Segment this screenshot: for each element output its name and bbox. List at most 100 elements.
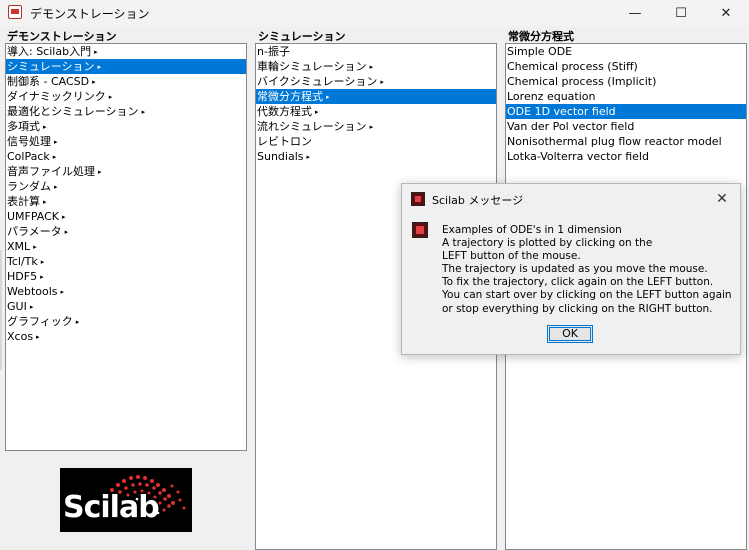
list-item-label: グラフィック	[7, 315, 73, 328]
submenu-arrow-icon: ▸	[108, 93, 113, 101]
message-line: Examples of ODE's in 1 dimension	[442, 224, 622, 236]
list-item[interactable]: Xcos ▸	[6, 329, 246, 344]
app-icon	[8, 5, 22, 19]
demo-category-list[interactable]: 導入: Scilab入門 ▸ シミュレーション ▸ 制御系 - CACSD ▸ ダイナミック…	[5, 43, 247, 451]
close-button[interactable]: ✕	[703, 0, 749, 26]
list-item-label: Sundials	[257, 150, 304, 163]
list-item[interactable]: Chemical process (Stiff)	[506, 59, 746, 74]
list-item[interactable]: パラメータ ▸	[6, 224, 246, 239]
list-item[interactable]: 車輪シミュレーション ▸	[256, 59, 496, 74]
list-item-label: ダイナミックリンク	[7, 90, 106, 103]
list-item[interactable]: ダイナミックリンク ▸	[6, 89, 246, 104]
list-item[interactable]: ODE 1D vector field	[506, 104, 746, 119]
submenu-arrow-icon: ▸	[40, 273, 44, 281]
list-item[interactable]: GUI ▸	[6, 299, 246, 314]
submenu-arrow-icon: ▸	[97, 63, 102, 71]
window-title: デモンストレーション	[30, 7, 150, 21]
list-item[interactable]: Webtools ▸	[6, 284, 246, 299]
list-item-label: Nonisothermal plug flow reactor model	[507, 135, 722, 148]
list-item-label: 制御系 - CACSD	[7, 75, 90, 88]
submenu-arrow-icon: ▸	[40, 258, 45, 266]
ok-button[interactable]: OK	[547, 325, 593, 343]
list-item[interactable]: ColPack ▸	[6, 149, 246, 164]
list-item[interactable]: バイクシミュレーション ▸	[256, 74, 496, 89]
list-item-label: HDF5	[7, 270, 38, 283]
list-item[interactable]: Nonisothermal plug flow reactor model	[506, 134, 746, 149]
submenu-arrow-icon: ▸	[306, 153, 311, 161]
submenu-arrow-icon: ▸	[98, 168, 102, 176]
list-item-label: 車輪シミュレーション	[257, 60, 367, 73]
list-item[interactable]: HDF5 ▸	[6, 269, 246, 284]
list-item[interactable]: Lotka-Volterra vector field	[506, 149, 746, 164]
submenu-arrow-icon: ▸	[29, 303, 34, 311]
message-line: The trajectory is updated as you move th…	[442, 263, 708, 276]
list-item-label: シミュレーション	[7, 60, 95, 73]
list-item-label: Van der Pol vector field	[507, 120, 635, 133]
submenu-arrow-icon: ▸	[94, 48, 98, 56]
submenu-arrow-icon: ▸	[62, 213, 66, 221]
maximize-button[interactable]: ☐	[658, 0, 704, 26]
dialog-close-button[interactable]: ✕	[712, 189, 732, 209]
list-item[interactable]: 常微分方程式 ▸	[256, 89, 496, 104]
list-item[interactable]: XML ▸	[6, 239, 246, 254]
submenu-arrow-icon: ▸	[36, 333, 40, 341]
logo-text: Scilab	[63, 490, 160, 525]
list-item[interactable]: UMFPACK ▸	[6, 209, 246, 224]
list-item-label: UMFPACK	[7, 210, 60, 223]
submenu-arrow-icon: ▸	[64, 228, 69, 236]
scilab-message-dialog: Scilab メッセージ ✕ Examples of ODE's in 1 di…	[401, 183, 741, 355]
message-line: To fix the trajectory, click again on th…	[442, 276, 714, 289]
list-item-label: XML	[7, 240, 31, 253]
scilab-icon	[411, 192, 425, 206]
list-item[interactable]: Sundials ▸	[256, 149, 496, 164]
list-item[interactable]: Chemical process (Implicit)	[506, 74, 746, 89]
dialog-title: Scilab メッセージ	[432, 194, 524, 207]
submenu-arrow-icon: ▸	[54, 138, 58, 146]
window-titlebar: デモンストレーション — ☐ ✕	[0, 0, 749, 26]
list-item-label: GUI	[7, 300, 27, 313]
list-item-label: Webtools	[7, 285, 58, 298]
submenu-arrow-icon: ▸	[369, 63, 374, 71]
list-item-label: Chemical process (Stiff)	[507, 60, 638, 73]
submenu-arrow-icon: ▸	[380, 78, 384, 86]
list-item[interactable]: ランダム ▸	[6, 179, 246, 194]
list-item[interactable]: 音声ファイル処理 ▸	[6, 164, 246, 179]
list-item[interactable]: 最適化とシミュレーション ▸	[6, 104, 246, 119]
message-line: LEFT button of the mouse.	[442, 250, 581, 263]
submenu-arrow-icon: ▸	[369, 123, 374, 131]
list-item[interactable]: Simple ODE	[506, 44, 746, 59]
minimize-button[interactable]: —	[612, 0, 658, 26]
list-item[interactable]: 信号処理 ▸	[6, 134, 246, 149]
column-header-demonstrations: デモンストレーション	[7, 30, 117, 43]
list-item[interactable]: グラフィック ▸	[6, 314, 246, 329]
list-item[interactable]: 導入: Scilab入門 ▸	[6, 44, 246, 59]
list-item[interactable]: n-振子	[256, 44, 496, 59]
submenu-arrow-icon: ▸	[52, 153, 57, 161]
list-item[interactable]: Lorenz equation	[506, 89, 746, 104]
dialog-message: Examples of ODE's in 1 dimension A traje…	[442, 224, 738, 316]
message-line: You can start over by clicking on the LE…	[442, 289, 732, 302]
list-item-label: Simple ODE	[507, 45, 573, 58]
list-item[interactable]: Tcl/Tk ▸	[6, 254, 246, 269]
list-item[interactable]: Van der Pol vector field	[506, 119, 746, 134]
list-item-label: Xcos	[7, 330, 34, 343]
submenu-arrow-icon: ▸	[43, 123, 47, 131]
list-item[interactable]: 制御系 - CACSD ▸	[6, 74, 246, 89]
column-header-simulation: シミュレーション	[258, 30, 346, 43]
list-item[interactable]: 多項式 ▸	[6, 119, 246, 134]
list-item[interactable]: 表計算 ▸	[6, 194, 246, 209]
list-item[interactable]: 流れシミュレーション ▸	[256, 119, 496, 134]
list-item[interactable]: 代数方程式 ▸	[256, 104, 496, 119]
list-item-label: Chemical process (Implicit)	[507, 75, 657, 88]
submenu-arrow-icon: ▸	[141, 108, 146, 116]
list-item-label: ColPack	[7, 150, 50, 163]
submenu-arrow-icon: ▸	[75, 318, 80, 326]
list-item-label: n-振子	[257, 45, 290, 58]
list-item-label: 信号処理	[7, 135, 51, 148]
list-item[interactable]: シミュレーション ▸	[6, 59, 246, 74]
list-item-label: 導入: Scilab入門	[7, 45, 92, 58]
list-item-label: 音声ファイル処理	[7, 165, 95, 178]
list-item-label: 流れシミュレーション	[257, 120, 367, 133]
list-item-label: Lorenz equation	[507, 90, 596, 103]
list-item[interactable]: レビトロン	[256, 134, 496, 149]
